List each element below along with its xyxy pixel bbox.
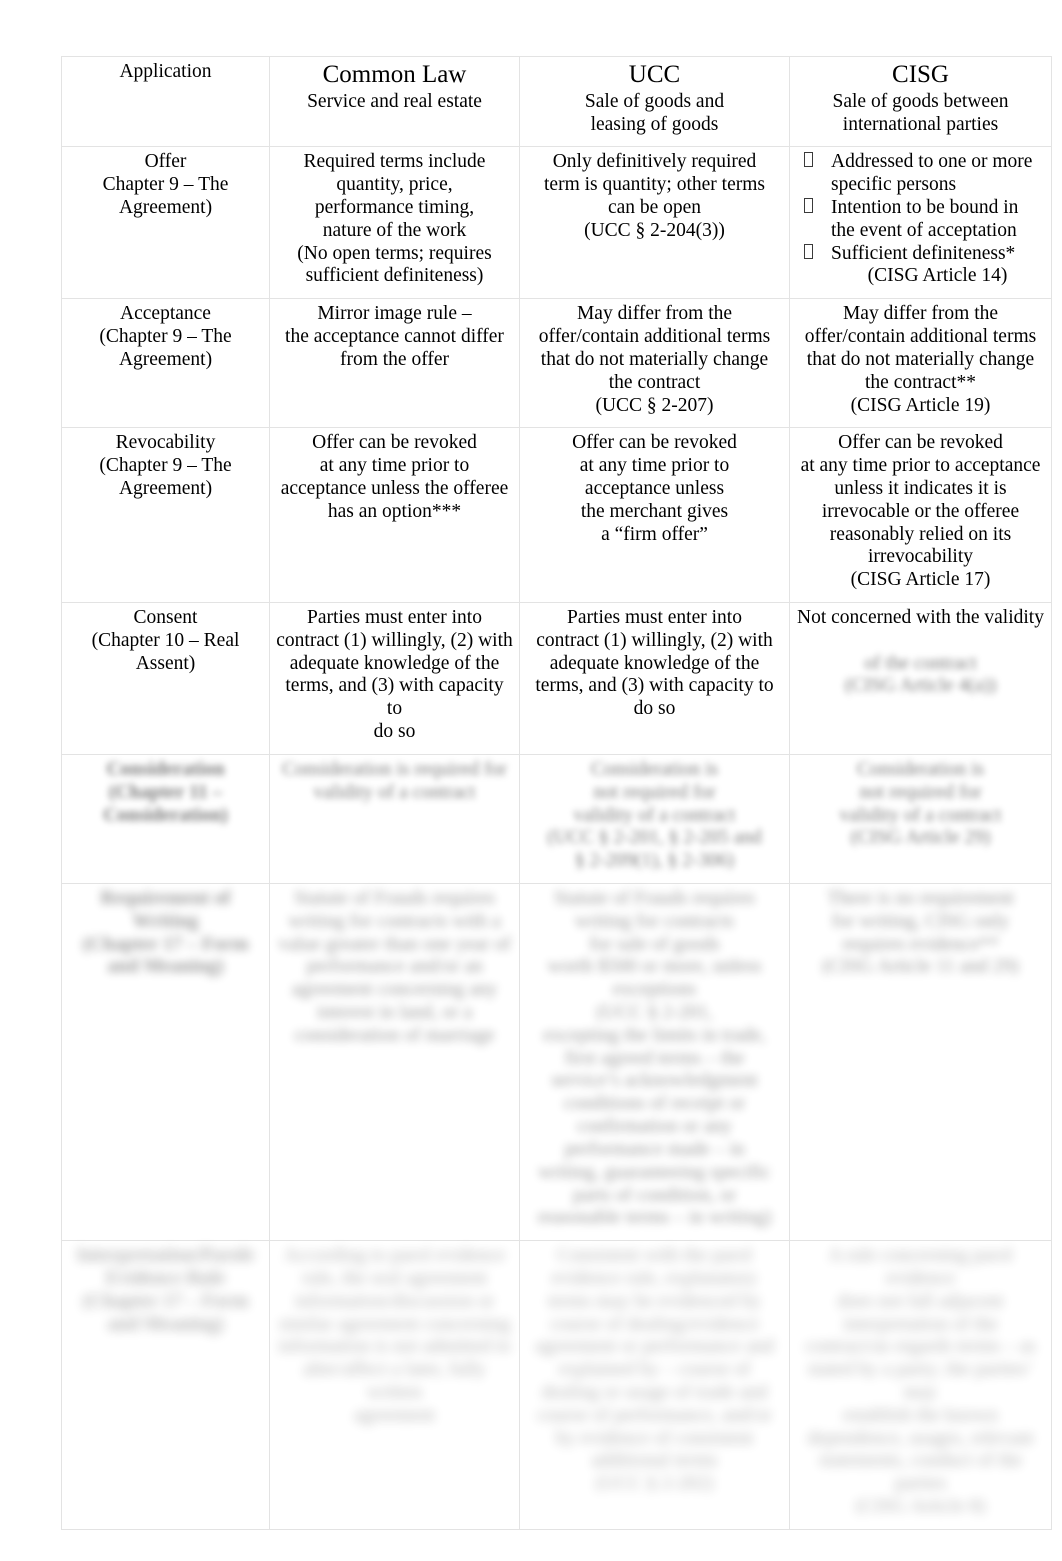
table-row-acceptance: Acceptance (Chapter 9 – The Agreement) M… xyxy=(61,298,1052,429)
row-label-interpretation-parol-evidence: Interpretation/Parole Evidence Rule (Cha… xyxy=(61,1240,270,1530)
header-cell-common-law: Common Law Service and real estate xyxy=(269,55,520,148)
tofu-bullet-icon xyxy=(804,198,813,213)
list-item-label: Intention to be bound in the event of ac… xyxy=(831,197,1019,241)
list-item-label: Sufficient definiteness* xyxy=(831,242,1016,264)
cell-text: Offer can be revoked at any time prior t… xyxy=(800,432,1041,591)
table-header-row: Application Common Law Service and real … xyxy=(61,55,1052,148)
cell-offer-common-law: Required terms include quantity, price, … xyxy=(269,146,520,300)
header-cell-cisg: CISG Sale of goods between international… xyxy=(789,55,1052,148)
table-row-offer: Offer Chapter 9 – The Agreement) Require… xyxy=(61,146,1052,300)
cell-writing-common-law: Statute of Frauds requires writing for c… xyxy=(269,882,520,1242)
cell-text: Consideration is required for validity o… xyxy=(282,758,507,803)
row-label-consent: Consent (Chapter 10 – Real Assent) xyxy=(61,602,270,755)
column-title-cisg: CISG xyxy=(892,61,949,88)
cell-consent-cisg: Not concerned with the validity of the c… xyxy=(789,602,1052,755)
row-label-text: Consent (Chapter 10 – Real Assent) xyxy=(91,607,240,674)
cell-text: Consideration is not required for validi… xyxy=(839,758,1002,849)
cell-text: Mirror image rule – the acceptance canno… xyxy=(285,303,504,370)
table-row-consideration: Consideration (Chapter 11 – Consideratio… xyxy=(61,753,1052,884)
cell-text: Statute of Frauds requires writing for c… xyxy=(537,887,772,1229)
cell-text: Parties must enter into contract (1) wil… xyxy=(535,607,774,720)
table-row-interpretation-parol-evidence: Interpretation/Parole Evidence Rule (Cha… xyxy=(61,1240,1052,1530)
cell-text-redacted: of the contract (CISG Article 4(a)) xyxy=(844,652,997,697)
column-subtitle-common-law: Service and real estate xyxy=(307,90,482,112)
cell-interpretation-ucc: Consistent with the parol evidence rule,… xyxy=(519,1240,790,1530)
cell-revocability-common-law: Offer can be revoked at any time prior t… xyxy=(269,427,520,603)
cell-consideration-ucc: Consideration is not required for validi… xyxy=(519,753,790,884)
row-label-consideration: Consideration (Chapter 11 – Consideratio… xyxy=(61,753,270,884)
column-title-ucc: UCC xyxy=(628,61,681,88)
tofu-bullet-icon xyxy=(804,243,813,259)
cell-writing-ucc: Statute of Frauds requires writing for c… xyxy=(519,882,790,1242)
cell-text: There is no requirement for writing, CIS… xyxy=(822,887,1019,978)
row-label-text: Consideration (Chapter 11 – Consideratio… xyxy=(103,758,228,826)
cell-consent-ucc: Parties must enter into contract (1) wil… xyxy=(519,602,790,755)
cell-text: Required terms include quantity, price, … xyxy=(297,151,492,287)
row-label-text: Interpretation/Parole Evidence Rule (Cha… xyxy=(76,1245,255,1335)
cell-consent-common-law: Parties must enter into contract (1) wil… xyxy=(269,602,520,755)
cell-text: A rule concerning parol evidence does no… xyxy=(805,1245,1036,1518)
row-label-text: Revocability (Chapter 9 – The Agreement) xyxy=(99,432,232,499)
cell-text: Parties must enter into contract (1) wil… xyxy=(276,607,513,743)
cell-consideration-cisg: Consideration is not required for validi… xyxy=(789,753,1052,884)
header-cell-ucc: UCC Sale of goods and leasing of goods xyxy=(519,55,790,148)
cell-interpretation-common-law: According to parol evidence rule, the or… xyxy=(269,1240,520,1530)
cell-text: Consideration is not required for validi… xyxy=(547,758,762,872)
row-label-text: Offer Chapter 9 – The Agreement) xyxy=(102,151,229,218)
cell-text: According to parol evidence rule, the or… xyxy=(278,1245,511,1426)
tofu-bullet-icon xyxy=(804,152,813,168)
cell-interpretation-cisg: A rule concerning parol evidence does no… xyxy=(789,1240,1052,1530)
cell-revocability-cisg: Offer can be revoked at any time prior t… xyxy=(789,427,1052,603)
cell-text: Statute of Frauds requires writing for c… xyxy=(278,887,511,1046)
list-item: Sufficient definiteness* xyxy=(800,243,1045,266)
table-row-consent: Consent (Chapter 10 – Real Assent) Parti… xyxy=(61,602,1052,755)
column-title-common-law: Common Law xyxy=(322,61,467,88)
cell-text: Offer can be revoked at any time prior t… xyxy=(572,432,737,545)
comparison-table: Application Common Law Service and real … xyxy=(61,55,1052,1530)
cell-text: Offer can be revoked at any time prior t… xyxy=(280,432,509,522)
cisg-offer-bullet-list: Addressed to one or more specific person… xyxy=(796,151,1045,265)
row-label-revocability: Revocability (Chapter 9 – The Agreement) xyxy=(61,427,270,603)
cell-revocability-ucc: Offer can be revoked at any time prior t… xyxy=(519,427,790,603)
cell-writing-cisg: There is no requirement for writing, CIS… xyxy=(789,882,1052,1242)
column-subtitle-cisg: Sale of goods between international part… xyxy=(832,90,1009,135)
cell-text-line: Not concerned with the validity xyxy=(797,607,1044,628)
cell-acceptance-ucc: May differ from the offer/contain additi… xyxy=(519,298,790,429)
row-label-offer: Offer Chapter 9 – The Agreement) xyxy=(61,146,270,300)
cell-acceptance-common-law: Mirror image rule – the acceptance canno… xyxy=(269,298,520,429)
cisg-citation: (CISG Article 14) xyxy=(867,265,1008,287)
cell-offer-ucc: Only definitively required term is quant… xyxy=(519,146,790,300)
cell-text: Not concerned with the validity of the c… xyxy=(796,607,1045,698)
header-label-application: Application xyxy=(119,61,212,82)
cell-consideration-common-law: Consideration is required for validity o… xyxy=(269,753,520,884)
document-page: Application Common Law Service and real … xyxy=(0,0,1062,1561)
table-row-revocability: Revocability (Chapter 9 – The Agreement)… xyxy=(61,427,1052,603)
row-label-text: Requirement of Writing (Chapter 17 – For… xyxy=(82,887,249,978)
row-label-acceptance: Acceptance (Chapter 9 – The Agreement) xyxy=(61,298,270,429)
cell-text: May differ from the offer/contain additi… xyxy=(538,303,771,416)
table-row-requirement-of-writing: Requirement of Writing (Chapter 17 – For… xyxy=(61,882,1052,1242)
column-subtitle-ucc: Sale of goods and leasing of goods xyxy=(584,90,725,135)
cell-text: Only definitively required term is quant… xyxy=(544,151,765,241)
row-label-text: Acceptance (Chapter 9 – The Agreement) xyxy=(99,303,232,370)
cell-text: May differ from the offer/contain additi… xyxy=(804,303,1037,416)
cell-offer-cisg: Addressed to one or more specific person… xyxy=(789,146,1052,300)
cell-acceptance-cisg: May differ from the offer/contain additi… xyxy=(789,298,1052,429)
list-item: Intention to be bound in the event of ac… xyxy=(800,197,1045,243)
cell-text: Consistent with the parol evidence rule,… xyxy=(535,1245,774,1495)
list-item-label: Addressed to one or more specific person… xyxy=(831,151,1033,196)
row-label-requirement-of-writing: Requirement of Writing (Chapter 17 – For… xyxy=(61,882,270,1242)
header-cell-application: Application xyxy=(61,55,270,148)
comparison-table-wrapper: Application Common Law Service and real … xyxy=(61,55,1052,1530)
list-item: Addressed to one or more specific person… xyxy=(800,151,1045,197)
